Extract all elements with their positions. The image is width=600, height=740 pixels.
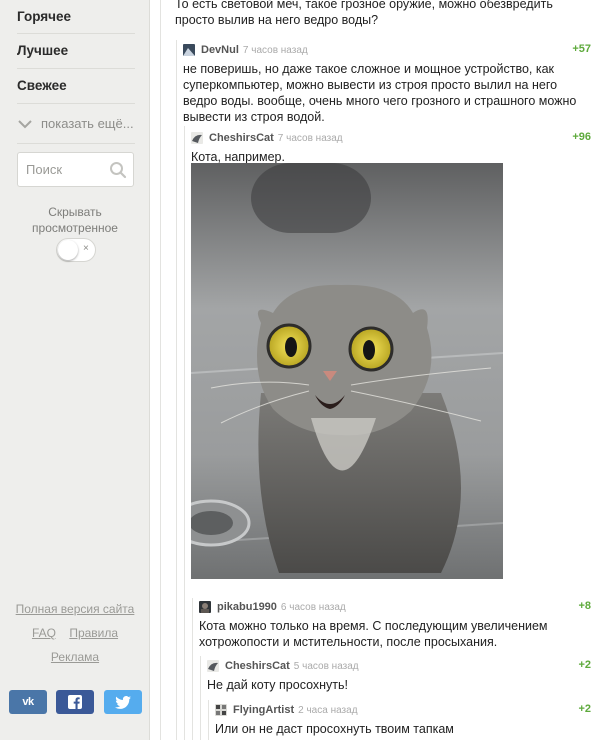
comment-header: pikabu1990 6 часов назад — [199, 599, 591, 615]
comment-text: Кота можно только на время. С последующи… — [199, 619, 548, 649]
thread-line — [200, 656, 201, 740]
comment-text: не поверишь, но даже такое сложное и мощ… — [183, 62, 577, 124]
nav-best[interactable]: Лучшее — [17, 34, 135, 69]
avatar[interactable] — [207, 660, 219, 672]
comment-header: FlyingArtist 2 часа назад — [215, 702, 591, 718]
nav-hot[interactable]: Горячее — [17, 0, 135, 34]
comment-author[interactable]: pikabu1990 — [217, 601, 277, 613]
ads-link[interactable]: Реклама — [0, 650, 150, 664]
chevron-down-icon — [18, 119, 32, 128]
comment-author[interactable]: FlyingArtist — [233, 704, 294, 716]
comment: CheshirsCat 7 часов назад +96 Кота, напр… — [191, 130, 591, 165]
avatar[interactable] — [191, 132, 203, 144]
facebook-button[interactable] — [56, 690, 94, 714]
thread-line — [208, 700, 209, 740]
comment-rating: +8 — [578, 600, 591, 612]
comment: pikabu1990 6 часов назад +8 Кота можно т… — [199, 599, 591, 650]
vk-button[interactable]: vk — [9, 690, 47, 714]
parent-comment-text: То есть световой меч, такое грозное оруж… — [175, 0, 553, 27]
comment-rating: +57 — [572, 43, 591, 55]
comment: CheshirsCat 5 часов назад +2 Не дай коту… — [207, 658, 591, 693]
search-input[interactable] — [26, 162, 101, 177]
comment-text: Не дай коту просохнуть! — [207, 678, 349, 692]
comment-time[interactable]: 6 часов назад — [281, 602, 346, 613]
comment-rating: +96 — [572, 131, 591, 143]
faq-link[interactable]: FAQ — [32, 626, 56, 640]
comment-time[interactable]: 7 часов назад — [243, 45, 308, 56]
wet-cat-image[interactable] — [191, 163, 503, 579]
avatar[interactable] — [183, 44, 195, 56]
show-more-button[interactable]: показать ещё... — [17, 104, 135, 144]
twitter-icon — [115, 695, 131, 709]
comment-time[interactable]: 2 часа назад — [298, 705, 357, 716]
sidebar: Горячее Лучшее Свежее показать ещё... Ск… — [0, 0, 150, 740]
nav-fresh[interactable]: Свежее — [17, 69, 135, 104]
comment-author[interactable]: CheshirsCat — [225, 660, 290, 672]
comment-rating: +2 — [578, 659, 591, 671]
comment-rating: +2 — [578, 703, 591, 715]
thread-line — [184, 126, 185, 740]
search-box[interactable] — [17, 152, 134, 187]
comment-author[interactable]: CheshirsCat — [209, 132, 274, 144]
twitter-button[interactable] — [104, 690, 142, 714]
thread-line — [160, 0, 161, 740]
comment-header: CheshirsCat 5 часов назад — [207, 658, 591, 674]
thread-line — [192, 598, 193, 740]
comment: DevNul 7 часов назад +57 не поверишь, но… — [183, 42, 591, 125]
comment-time[interactable]: 5 часов назад — [294, 661, 359, 672]
rules-link[interactable]: Правила — [69, 626, 118, 640]
show-more-label: показать ещё... — [41, 116, 134, 131]
comment-header: CheshirsCat 7 часов назад — [191, 130, 591, 146]
hide-viewed-label: Скрывать просмотренное — [32, 205, 118, 235]
avatar[interactable] — [199, 601, 211, 613]
facebook-icon — [68, 695, 82, 709]
comment-text: Или он не даст просохнуть твоим тапкам — [215, 722, 454, 736]
thread-line — [176, 40, 177, 740]
comment: FlyingArtist 2 часа назад +2 Или он не д… — [215, 702, 591, 737]
toggle-knob — [58, 240, 78, 260]
comment-header: DevNul 7 часов назад — [183, 42, 591, 58]
comment-author[interactable]: DevNul — [201, 44, 239, 56]
toggle-off-mark: × — [83, 243, 89, 254]
search-icon[interactable] — [109, 161, 127, 179]
vk-icon: vk — [22, 696, 34, 708]
footer-links-row: FAQ Правила — [0, 626, 150, 640]
avatar[interactable] — [215, 704, 227, 716]
comment-time[interactable]: 7 часов назад — [278, 133, 343, 144]
hide-viewed-toggle[interactable]: × — [56, 238, 96, 262]
full-version-link[interactable]: Полная версия сайта — [0, 602, 150, 616]
